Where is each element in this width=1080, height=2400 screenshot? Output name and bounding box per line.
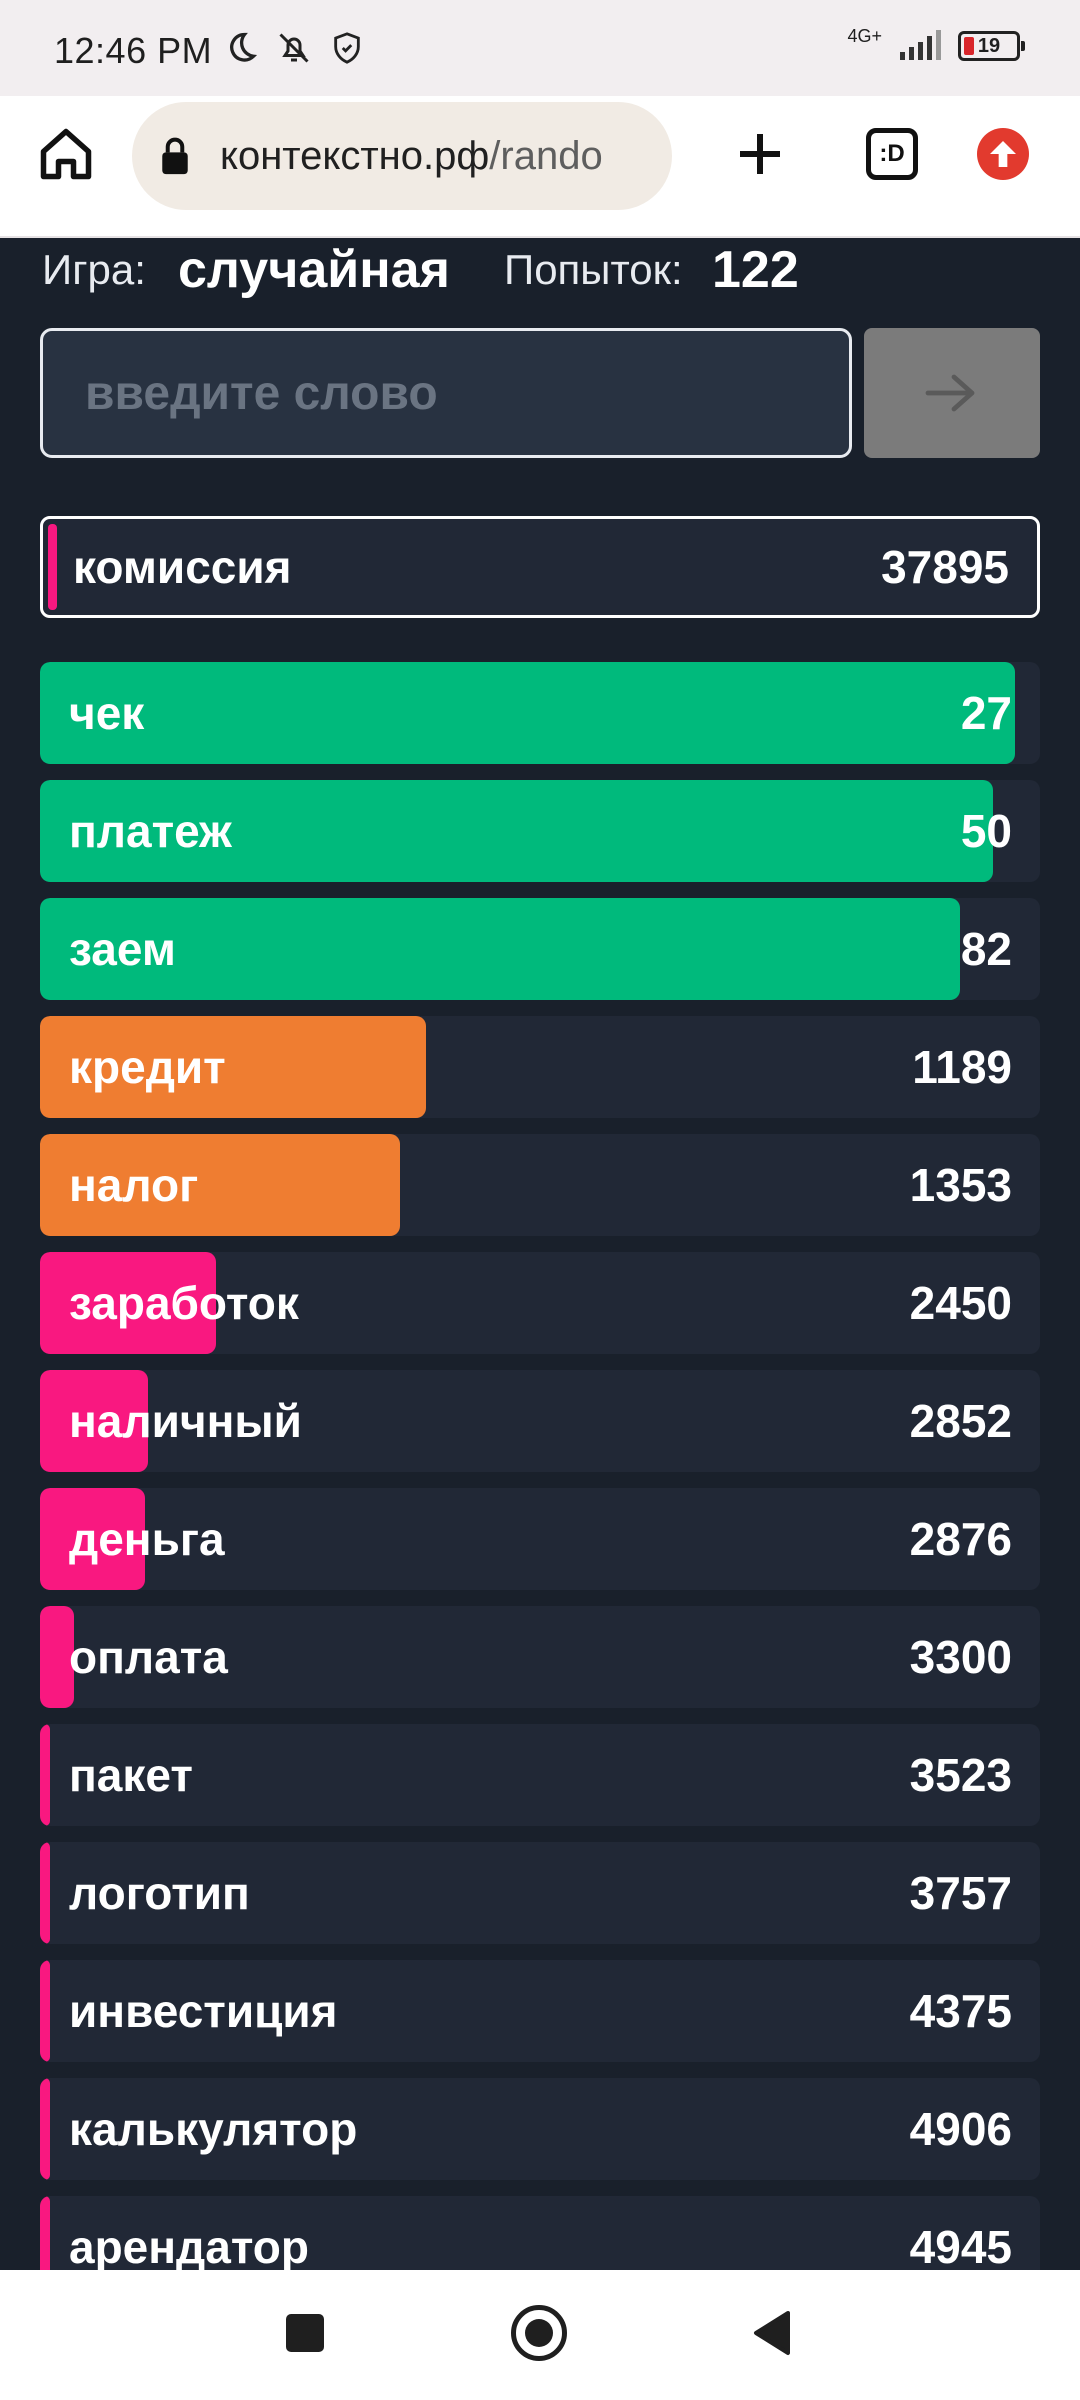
latest-guess: комиссия 37895 xyxy=(40,516,1040,618)
battery-level: 19 xyxy=(977,34,1001,57)
tabs-button[interactable]: :D xyxy=(866,128,918,180)
guess-rank: 1189 xyxy=(912,1041,1012,1093)
guess-word: заработок xyxy=(69,1277,299,1329)
guess-row: оплата 3300 xyxy=(40,1606,1040,1708)
guess-row: калькулятор 4906 xyxy=(40,2078,1040,2180)
guess-word: арендатор xyxy=(69,2221,309,2273)
guess-bar xyxy=(40,898,960,1000)
guess-rank: 3757 xyxy=(909,1867,1012,1919)
guess-bar xyxy=(40,1842,50,1944)
guess-row: платеж 50 xyxy=(40,780,1040,882)
update-icon[interactable] xyxy=(977,128,1029,180)
guess-row: логотип 3757 xyxy=(40,1842,1040,1944)
guess-list: чек 27 платеж 50 заем 82 кредит 1189 нал… xyxy=(40,662,1040,2314)
url-host: контекстно.рф xyxy=(220,134,490,178)
guess-row: наличный 2852 xyxy=(40,1370,1040,1472)
guess-row: деньга 2876 xyxy=(40,1488,1040,1590)
attempts-label: Попыток: xyxy=(504,246,683,293)
guess-word: налог xyxy=(69,1159,199,1211)
guess-bar xyxy=(40,1960,50,2062)
guess-word: кредит xyxy=(69,1041,226,1093)
guess-rank: 4906 xyxy=(909,2103,1012,2155)
moon-icon xyxy=(230,32,258,62)
url-text: контекстно.рф/rando xyxy=(220,134,603,179)
word-input[interactable] xyxy=(40,328,852,458)
guess-row: заработок 2450 xyxy=(40,1252,1040,1354)
guess-word: заем xyxy=(69,923,176,975)
shield-icon xyxy=(334,32,360,64)
guess-rank: 27 xyxy=(960,687,1012,739)
home-circle-icon[interactable] xyxy=(511,2305,567,2361)
signal-icon xyxy=(900,30,941,60)
guess-row: заем 82 xyxy=(40,898,1040,1000)
status-time: 12:46 PM xyxy=(54,30,213,71)
home-icon[interactable] xyxy=(36,124,96,184)
guess-word: деньга xyxy=(69,1513,225,1565)
latest-guess-word: комиссия xyxy=(73,541,292,593)
guess-word: инвестиция xyxy=(69,1985,338,2037)
game-value: случайная xyxy=(178,241,450,299)
guess-bar xyxy=(40,1724,50,1826)
latest-guess-rank: 37895 xyxy=(881,541,1009,593)
url-path: /rando xyxy=(489,134,603,178)
guess-rank: 4945 xyxy=(909,2221,1012,2273)
browser-toolbar: контекстно.рф/rando :D xyxy=(0,96,1080,238)
lock-icon xyxy=(162,137,188,175)
guess-word: калькулятор xyxy=(69,2103,358,2155)
submit-button[interactable] xyxy=(864,328,1040,458)
guess-row: инвестиция 4375 xyxy=(40,1960,1040,2062)
guess-word: чек xyxy=(69,687,145,739)
guess-word: наличный xyxy=(69,1395,302,1447)
guess-word: оплата xyxy=(69,1631,228,1683)
guess-word: пакет xyxy=(69,1749,193,1801)
guess-row: кредит 1189 xyxy=(40,1016,1040,1118)
bell-off-icon xyxy=(279,33,309,63)
address-bar[interactable]: контекстно.рф/rando xyxy=(132,102,672,210)
guess-bar xyxy=(40,2078,50,2180)
status-bar: 12:46 PM 4G+ 19 xyxy=(0,0,1080,96)
arrow-right-icon xyxy=(925,374,975,412)
network-label: 4G+ xyxy=(847,25,882,46)
guess-row: пакет 3523 xyxy=(40,1724,1040,1826)
latest-guess-bar xyxy=(48,524,57,610)
guess-rank: 2450 xyxy=(909,1277,1012,1329)
guess-rank: 3300 xyxy=(909,1631,1012,1683)
battery-icon: 19 xyxy=(958,31,1025,61)
guess-rank: 82 xyxy=(960,923,1012,975)
guess-rank: 50 xyxy=(960,805,1012,857)
guess-word: платеж xyxy=(69,805,232,857)
game-label: Игра: xyxy=(42,246,146,293)
guess-rank: 2876 xyxy=(909,1513,1012,1565)
guess-bar xyxy=(40,662,1015,764)
status-icons-left xyxy=(222,30,364,66)
guess-rank: 3523 xyxy=(909,1749,1012,1801)
game-info: Игра: случайная Попыток: 122 xyxy=(42,238,1042,299)
tabs-label: :D xyxy=(879,140,905,167)
guess-rank: 1353 xyxy=(909,1159,1012,1211)
guess-word: логотип xyxy=(69,1867,250,1919)
guess-row: налог 1353 xyxy=(40,1134,1040,1236)
recents-icon[interactable] xyxy=(286,2314,324,2352)
attempts-value: 122 xyxy=(712,241,799,299)
plus-icon[interactable] xyxy=(730,124,790,184)
status-icons-right: 4G+ 19 xyxy=(847,26,1025,62)
guess-rank: 4375 xyxy=(909,1985,1012,2037)
back-icon[interactable] xyxy=(752,2310,792,2356)
guess-rank: 2852 xyxy=(909,1395,1012,1447)
guess-row: чек 27 xyxy=(40,662,1040,764)
